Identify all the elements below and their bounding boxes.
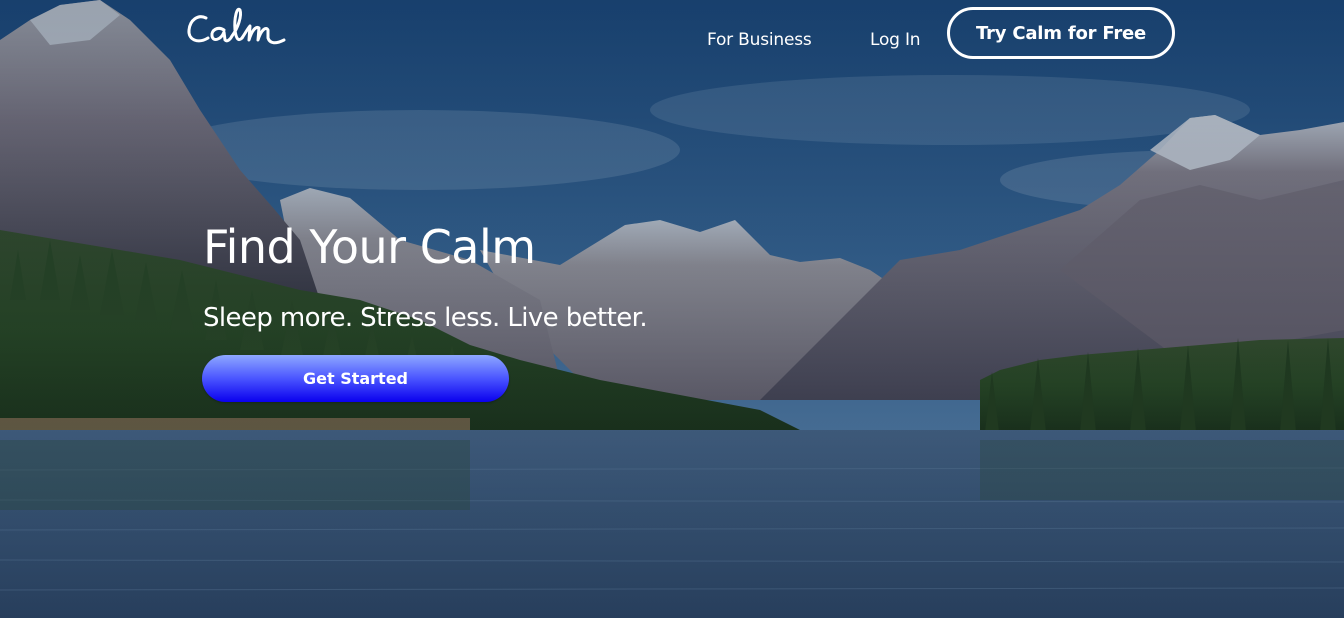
nav-for-business-link[interactable]: For Business: [707, 30, 812, 50]
calm-logo[interactable]: [184, 4, 290, 52]
get-started-button[interactable]: Get Started: [202, 355, 509, 402]
hero-subheadline: Sleep more. Stress less. Live better.: [203, 303, 648, 333]
nav-log-in-link[interactable]: Log In: [870, 30, 921, 50]
hero-headline: Find Your Calm: [203, 220, 536, 274]
hero-section: For Business Log In Try Calm for Free Fi…: [0, 0, 1344, 618]
try-calm-free-button[interactable]: Try Calm for Free: [947, 7, 1175, 59]
mountain-lake-background: [0, 0, 1344, 618]
